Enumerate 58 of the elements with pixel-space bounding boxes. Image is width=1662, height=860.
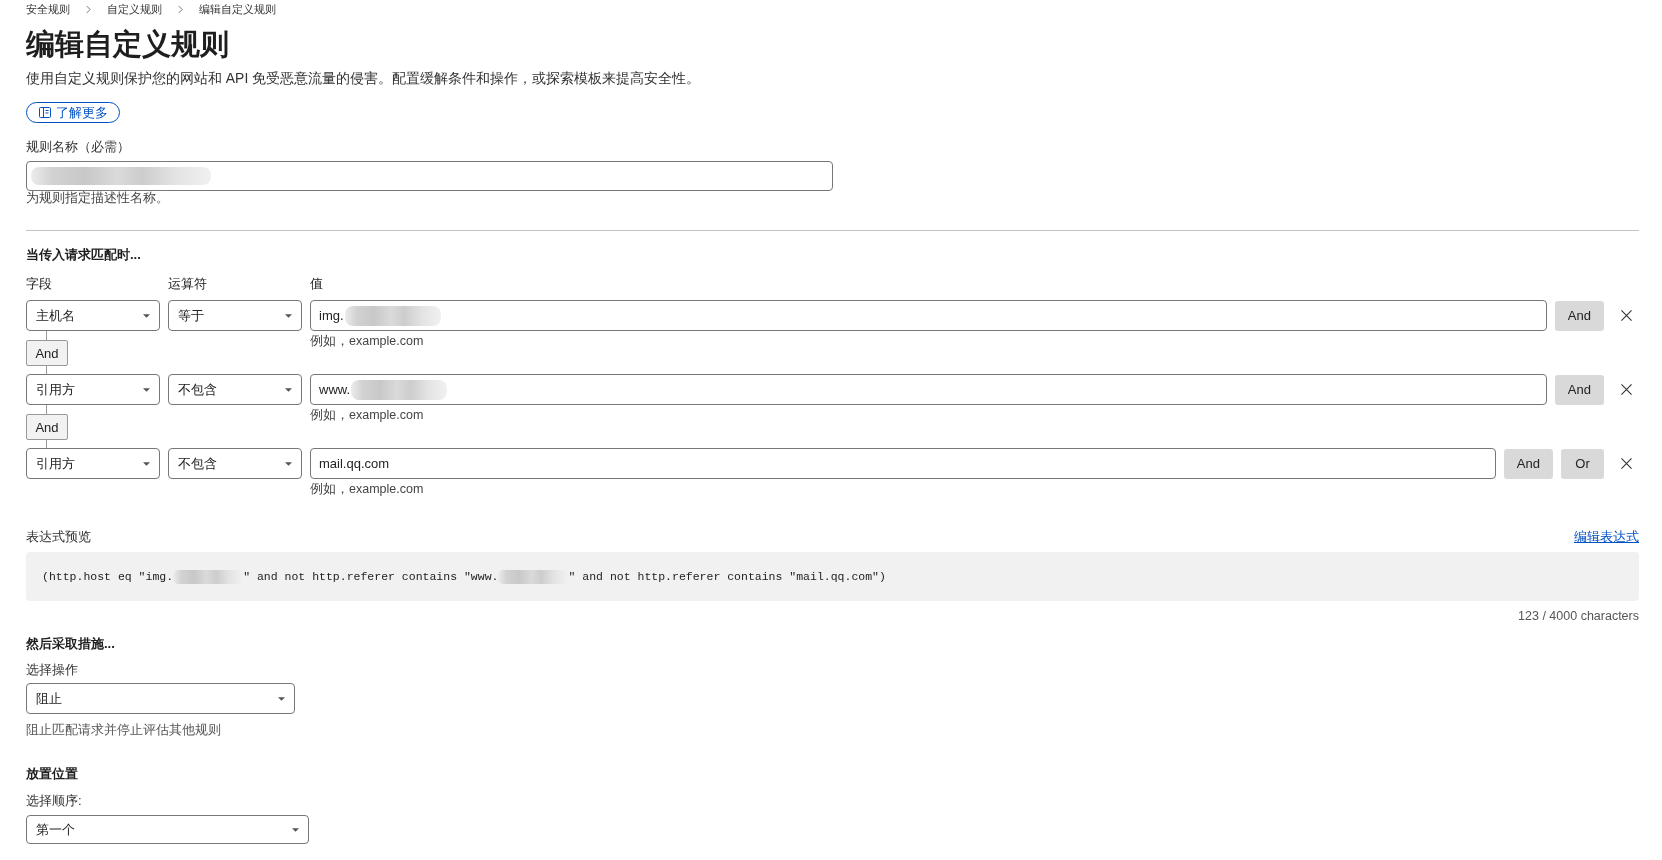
operator-select[interactable]: 不包含 [168,374,302,405]
expression-code: " and not http.referer contains "mail.qq.com") [568,570,886,583]
field-hint: 为规则指定描述性名称。 [26,191,169,205]
value-input[interactable]: www. [310,374,1547,405]
expression-code: (http.host eq "img. [42,570,174,583]
value-input[interactable]: mail.qq.com [310,448,1496,479]
column-label: 字段 [26,275,52,293]
value-hint: 例如，example.com [310,407,424,424]
value-input[interactable]: img. [310,300,1547,331]
caret-down-icon [143,387,150,392]
value-hint: 例如，example.com [310,333,424,350]
breadcrumb-current: 编辑自定义规则 [199,2,276,17]
chevron-right-icon [86,5,91,14]
rule-name-input[interactable] [26,161,833,191]
field-select[interactable]: 引用方 [26,448,160,479]
field-select[interactable]: 引用方 [26,374,160,405]
section-label: 表达式预览 [26,528,91,546]
field-label: 规则名称（必需） [26,138,130,156]
caret-down-icon [292,827,299,832]
add-condition-button[interactable]: And [1554,374,1604,405]
chevron-right-icon [178,5,183,14]
caret-down-icon [143,461,150,466]
close-icon [1620,458,1632,469]
order-select[interactable]: 第一个 [26,815,309,844]
field-label: 选择操作 [26,661,78,679]
column-label: 运算符 [168,275,207,293]
operator-select[interactable]: 等于 [168,300,302,331]
breadcrumb-link[interactable]: 安全规则 [26,2,70,17]
value-hint: 例如，example.com [310,481,424,498]
caret-down-icon [285,461,292,466]
logic-operator-button[interactable]: And [26,340,68,366]
action-description: 阻止匹配请求并停止评估其他规则 [26,722,221,739]
add-condition-button[interactable]: And [1503,448,1553,479]
section-title: 然后采取措施... [26,635,115,653]
caret-down-icon [278,696,285,701]
caret-down-icon [285,387,292,392]
close-icon [1620,310,1632,321]
page-title: 编辑自定义规则 [26,27,229,61]
add-condition-button[interactable]: And [1554,300,1604,331]
section-title: 当传入请求匹配时... [26,246,141,264]
logic-operator-button[interactable]: And [26,414,68,440]
learn-more-button[interactable]: 了解更多 [26,102,120,123]
caret-down-icon [285,313,292,318]
field-label: 选择顺序: [26,792,82,810]
add-condition-button[interactable]: Or [1561,448,1604,479]
character-count: 123 / 4000 characters [1518,608,1639,624]
section-title: 放置位置 [26,765,78,783]
action-select[interactable]: 阻止 [26,683,295,714]
field-select[interactable]: 主机名 [26,300,160,331]
book-icon [39,107,51,118]
page-description: 使用自定义规则保护您的网站和 API 免受恶意流量的侵害。配置缓解条件和操作，或探索模板来提高安全性。 [26,69,701,88]
expression-code: " and not http.referer contains "www. [243,570,499,583]
close-icon [1620,384,1632,395]
operator-select[interactable]: 不包含 [168,448,302,479]
breadcrumb-link[interactable]: 自定义规则 [107,2,162,17]
edit-expression-link[interactable]: 编辑表达式 [1574,528,1639,546]
column-label: 值 [310,275,323,293]
caret-down-icon [143,313,150,318]
